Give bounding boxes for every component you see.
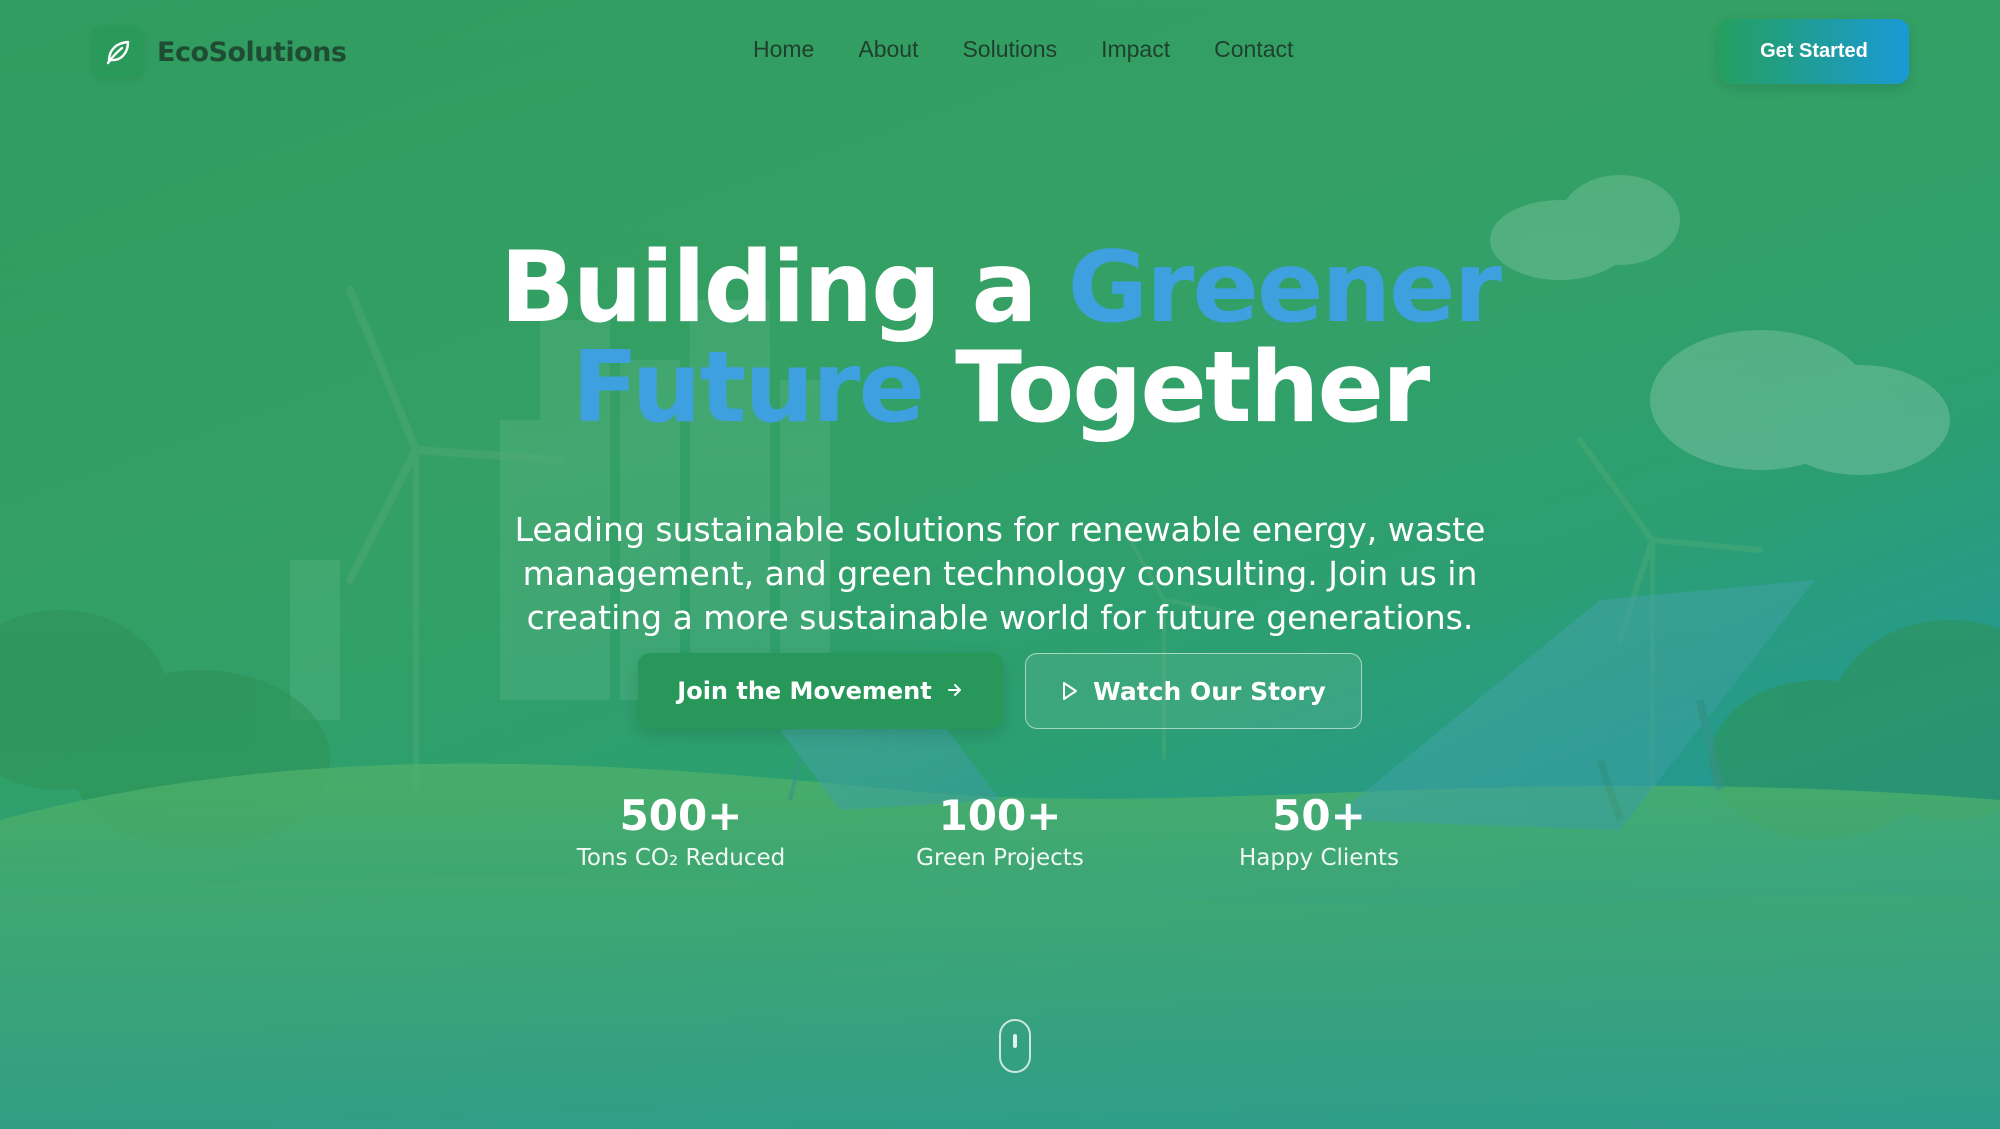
- stat-value: 100+: [938, 791, 1062, 840]
- headline-part-1: Building a: [500, 231, 1068, 345]
- mouse-scroll-icon[interactable]: [999, 1019, 1031, 1073]
- nav-links: Home About Solutions Impact Contact: [753, 36, 1293, 63]
- stat-co2: 500+ Tons CO₂ Reduced: [531, 790, 831, 874]
- brand-name: EcoSolutions: [157, 36, 347, 68]
- top-navigation: EcoSolutions Home About Solutions Impact…: [0, 0, 2000, 104]
- stat-label: Green Projects: [916, 845, 1084, 871]
- stat-clients: 50+ Happy Clients: [1169, 790, 1469, 874]
- scroll-wheel-dot: [1013, 1034, 1017, 1048]
- nav-link-solutions[interactable]: Solutions: [962, 36, 1057, 63]
- join-movement-label: Join the Movement: [677, 677, 932, 705]
- nav-link-impact[interactable]: Impact: [1101, 36, 1170, 63]
- headline-part-2: Together: [922, 331, 1430, 445]
- stat-value: 50+: [1272, 791, 1366, 840]
- leaf-icon: [92, 26, 144, 78]
- stat-label: Tons CO₂ Reduced: [576, 845, 786, 871]
- headline-accent-greener: Greener: [1067, 231, 1502, 345]
- stat-value: 500+: [619, 791, 743, 840]
- play-icon: [1061, 681, 1079, 701]
- stat-label: Happy Clients: [1238, 845, 1400, 871]
- hero-section: EcoSolutions Home About Solutions Impact…: [0, 0, 2000, 1129]
- hero-subtext: Leading sustainable solutions for renewa…: [514, 510, 1486, 637]
- nav-link-home[interactable]: Home: [753, 36, 814, 63]
- nav-link-about[interactable]: About: [858, 36, 918, 63]
- stat-projects: 100+ Green Projects: [850, 790, 1150, 874]
- watch-story-label: Watch Our Story: [1093, 676, 1326, 706]
- nav-link-contact[interactable]: Contact: [1214, 36, 1293, 63]
- hero-headline: Building a Greener Future Together: [0, 238, 2000, 438]
- watch-story-button[interactable]: Watch Our Story: [1025, 653, 1362, 729]
- get-started-button[interactable]: Get Started: [1719, 19, 1909, 84]
- arrow-right-icon: [946, 677, 964, 705]
- join-movement-button[interactable]: Join the Movement: [638, 653, 1003, 729]
- headline-accent-future: Future: [571, 331, 925, 445]
- brand-logo[interactable]: EcoSolutions: [92, 26, 347, 78]
